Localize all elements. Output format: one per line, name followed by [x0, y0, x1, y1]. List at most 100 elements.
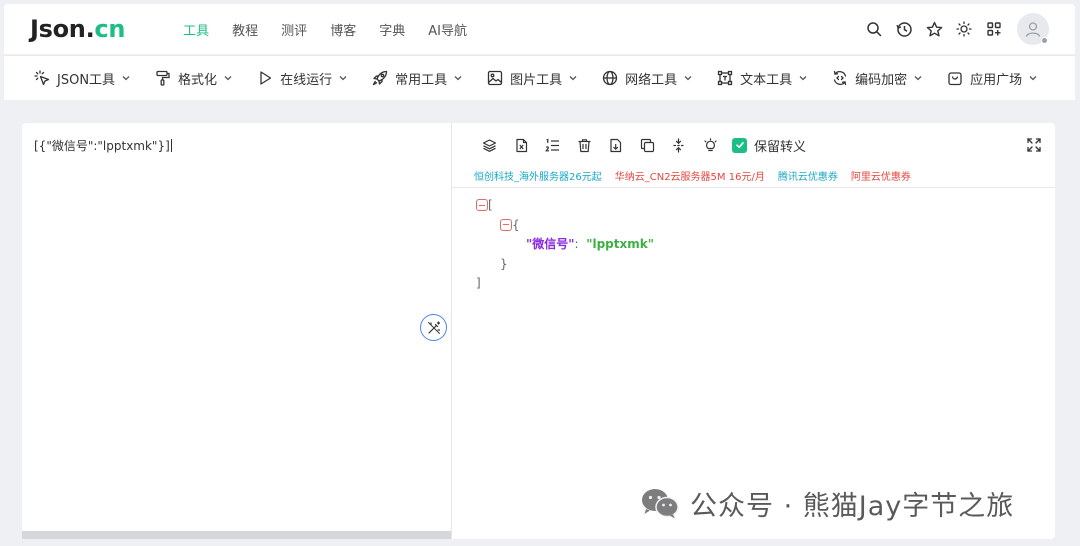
- ad-links: 恒创科技_海外服务器26元起 华纳云_CN2云服务器5M 16元/月 腾讯云优惠…: [474, 168, 924, 183]
- image-icon: [487, 70, 503, 86]
- compress-icon[interactable]: [663, 135, 695, 155]
- lightbulb-icon[interactable]: [695, 135, 727, 155]
- array-open-bracket: [: [488, 198, 493, 212]
- download-icon[interactable]: [600, 135, 632, 155]
- chevron-down-icon: [684, 76, 692, 81]
- star-icon[interactable]: [919, 14, 949, 44]
- shopping-bag-icon: [948, 72, 962, 86]
- tree-line-object-open: {: [476, 216, 654, 236]
- object-open-brace: {: [512, 217, 520, 232]
- chevron-down-icon: [1029, 76, 1037, 81]
- cursor-click-icon: [34, 70, 50, 86]
- wechat-watermark: 公众号 · 熊猫Jay字节之旅: [640, 484, 1014, 523]
- logo-suffix: cn: [94, 15, 126, 43]
- nav-item-reviews[interactable]: 测评: [281, 20, 307, 39]
- editor-input-text: [{"微信号":"lpptxmk"}]: [34, 139, 170, 153]
- chevron-down-icon: [569, 76, 577, 81]
- header-actions: [859, 13, 1049, 45]
- menu-online-run[interactable]: 在线运行: [257, 69, 348, 88]
- menu-label: 格式化: [178, 72, 218, 88]
- wechat-icon: [642, 488, 679, 518]
- menu-app-plaza[interactable]: 应用广场: [947, 69, 1038, 88]
- json-colon: :: [574, 237, 579, 251]
- json-input-editor[interactable]: [{"微信号":"lpptxmk"}]: [22, 123, 451, 539]
- logo-main: Json.: [30, 15, 95, 43]
- chevron-down-icon: [914, 76, 922, 81]
- nav-item-tutorials[interactable]: 教程: [232, 20, 258, 39]
- excel-file-icon[interactable]: [506, 135, 538, 155]
- layers-icon[interactable]: [474, 135, 506, 155]
- chevron-down-icon: [799, 76, 807, 81]
- magic-wand-icon: [427, 320, 440, 334]
- ad-link-huanayun[interactable]: 华纳云_CN2云服务器5M 16元/月: [615, 168, 765, 183]
- fullscreen-expand-icon[interactable]: [1027, 137, 1041, 156]
- nav-item-blog[interactable]: 博客: [330, 20, 356, 39]
- watermark-text: 公众号 · 熊猫Jay字节之旅: [690, 491, 1015, 522]
- text-frame-icon: [717, 70, 733, 86]
- globe-icon: [602, 70, 618, 86]
- tree-line-array-open: [: [476, 196, 654, 216]
- list-order-icon[interactable]: [537, 135, 569, 155]
- tree-line-pair: "微信号": "lpptxmk": [476, 235, 654, 255]
- menu-label: 在线运行: [280, 72, 333, 88]
- menu-common-tools[interactable]: 常用工具: [372, 69, 463, 88]
- keep-escape-label[interactable]: 保留转义: [754, 136, 806, 155]
- play-icon: [260, 71, 272, 85]
- menu-text-tools[interactable]: 文本工具: [717, 69, 808, 88]
- menu-label: JSON工具: [57, 72, 116, 88]
- history-icon[interactable]: [889, 14, 919, 44]
- tree-line-array-close: ]: [476, 274, 654, 294]
- refresh-code-icon: [833, 70, 847, 86]
- text-caret: [170, 139, 172, 152]
- menu-label: 网络工具: [625, 72, 678, 88]
- editor-content[interactable]: [{"微信号":"lpptxmk"}]: [34, 137, 172, 154]
- menu-image-tools[interactable]: 图片工具: [487, 69, 578, 88]
- nav-item-tools[interactable]: 工具: [183, 20, 209, 39]
- json-output-panel: 保留转义 恒创科技_海外服务器26元起 华纳云_CN2云服务器5M 16元/月 …: [451, 123, 1055, 539]
- copy-icon[interactable]: [632, 135, 664, 155]
- nav-item-dictionary[interactable]: 字典: [379, 20, 405, 39]
- site-logo[interactable]: Json.cn: [30, 15, 125, 43]
- collapse-toggle-icon[interactable]: [476, 199, 488, 211]
- json-key: "微信号": [526, 237, 575, 251]
- menu-label: 图片工具: [510, 72, 563, 88]
- user-avatar-icon[interactable]: [1017, 13, 1049, 45]
- sun-icon[interactable]: [949, 14, 979, 44]
- search-icon[interactable]: [859, 14, 889, 44]
- json-tree-view: [ { "微信号": "lpptxmk" } ]: [476, 196, 654, 294]
- ad-link-tencent-coupon[interactable]: 腾讯云优惠券: [778, 168, 838, 183]
- trash-icon[interactable]: [569, 135, 601, 155]
- array-close-bracket: ]: [476, 276, 481, 290]
- format-wand-button[interactable]: [420, 314, 447, 341]
- menu-label: 编码加密: [855, 72, 908, 88]
- top-header: Json.cn 工具 教程 测评 博客 字典 AI导航: [4, 4, 1075, 54]
- menu-label: 文本工具: [740, 72, 793, 88]
- rocket-icon: [372, 70, 388, 86]
- keep-escape-checkbox[interactable]: [732, 137, 747, 153]
- json-value: "lpptxmk": [586, 237, 654, 251]
- chevron-down-icon: [454, 76, 462, 81]
- chevron-down-icon: [122, 76, 130, 81]
- menu-network-tools[interactable]: 网络工具: [602, 69, 693, 88]
- output-toolbar: 保留转义: [474, 135, 806, 155]
- menu-encode-encrypt[interactable]: 编码加密: [832, 69, 923, 88]
- ad-link-aliyun-coupon[interactable]: 阿里云优惠券: [851, 168, 911, 183]
- menu-label: 应用广场: [970, 72, 1023, 88]
- tools-menu-bar: JSON工具 格式化 在线运行 常用工具 图片工具 网络工具 文本工具 编码加密: [4, 55, 1075, 100]
- menu-format[interactable]: 格式化: [155, 69, 233, 88]
- nav-item-ai-navigation[interactable]: AI导航: [428, 20, 467, 39]
- status-dot: [1041, 37, 1048, 44]
- chevron-down-icon: [224, 76, 232, 81]
- menu-json-tools[interactable]: JSON工具: [34, 69, 131, 88]
- apps-icon[interactable]: [979, 14, 1009, 44]
- chevron-down-icon: [339, 76, 347, 81]
- collapse-toggle-icon[interactable]: [500, 218, 512, 231]
- ad-link-hengchuang[interactable]: 恒创科技_海外服务器26元起: [474, 168, 602, 183]
- object-close-brace: }: [500, 256, 508, 271]
- horizontal-scrollbar[interactable]: [22, 531, 451, 539]
- tree-line-object-close: }: [476, 255, 654, 275]
- paint-roller-icon: [156, 70, 170, 86]
- menu-label: 常用工具: [395, 72, 448, 88]
- divider: [452, 187, 1055, 188]
- main-nav: 工具 教程 测评 博客 字典 AI导航: [183, 20, 490, 39]
